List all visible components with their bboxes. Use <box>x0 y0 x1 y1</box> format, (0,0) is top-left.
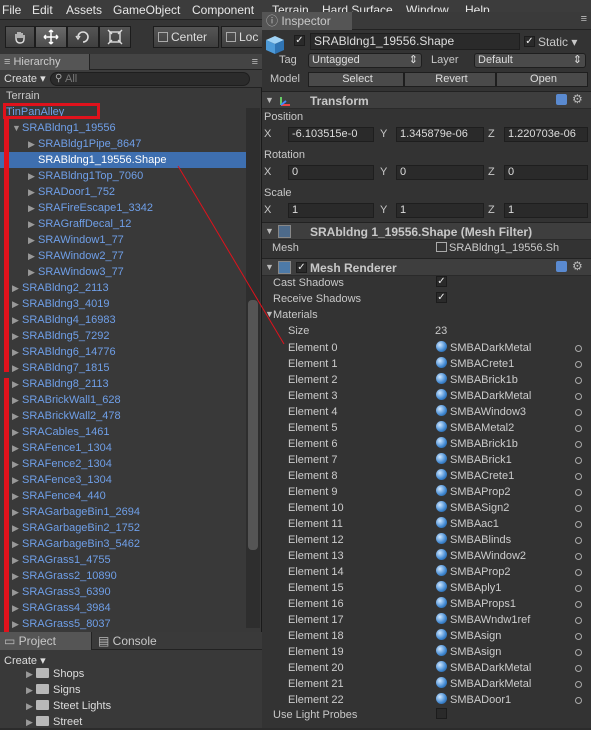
annotation-pointer-line <box>177 165 285 345</box>
annotation-overlay <box>177 165 285 345</box>
